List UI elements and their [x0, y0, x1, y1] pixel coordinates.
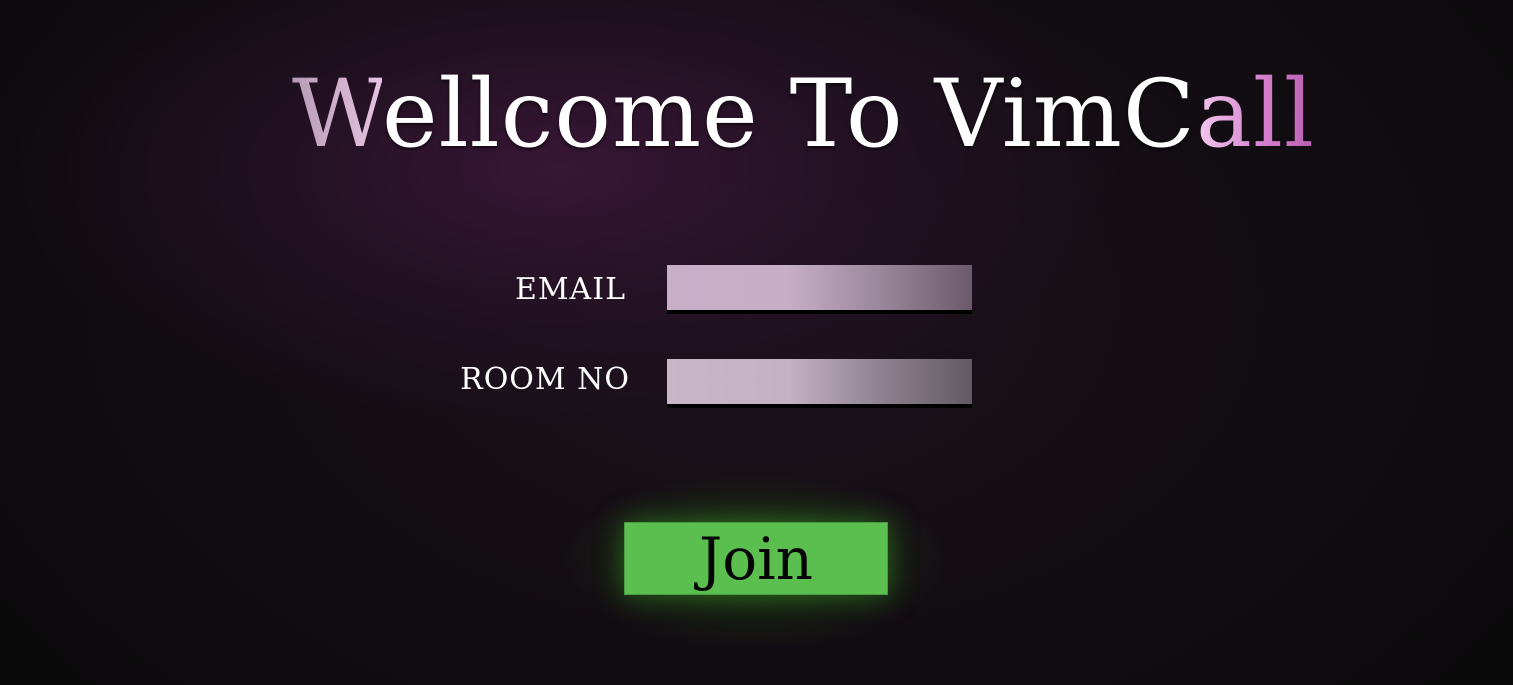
page-title: Wellcome To VimCall	[292, 68, 1472, 162]
room-no-field[interactable]	[667, 359, 972, 404]
email-label: EMAIL	[514, 272, 626, 307]
title-start: W	[292, 60, 382, 169]
email-field[interactable]	[667, 265, 972, 310]
room-no-label: ROOM NO	[460, 362, 630, 397]
title-end: all	[1195, 60, 1315, 169]
join-button[interactable]: Join	[624, 522, 888, 595]
title-middle: ellcome To VimC	[381, 60, 1196, 169]
